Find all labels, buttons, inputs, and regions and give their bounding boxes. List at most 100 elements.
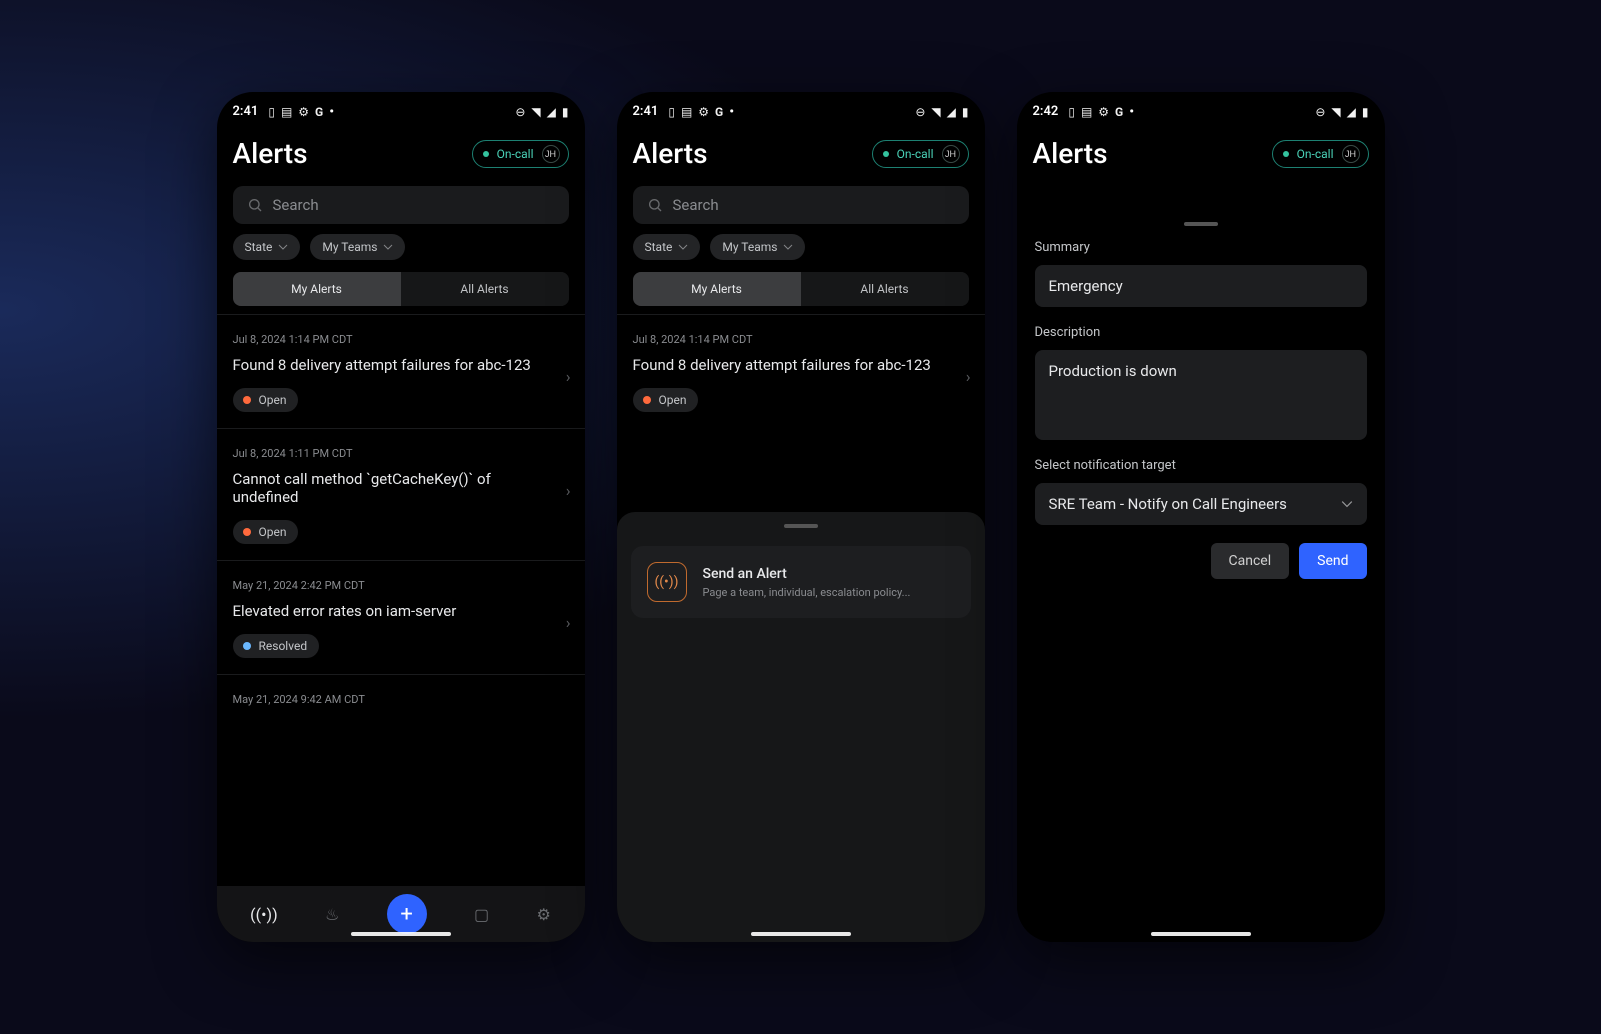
header: Alerts On-call JH [217, 125, 585, 178]
page-title: Alerts [633, 137, 708, 170]
status-badge: Resolved [233, 634, 320, 658]
alert-title: Cannot call method `getCacheKey()` of un… [233, 470, 569, 506]
oncall-badge[interactable]: On-call JH [472, 140, 569, 168]
chevron-down-icon [278, 242, 288, 252]
search-icon [247, 197, 263, 213]
oncall-label: On-call [897, 147, 934, 161]
status-bar: 2:41 ▯ ▤ ⚙ G • ⊖ ◥ ◢ ▮ [617, 92, 985, 125]
chevron-right-icon: › [966, 367, 971, 386]
nav-settings-icon[interactable]: ⚙ [536, 905, 550, 924]
alert-item[interactable]: May 21, 2024 9:42 AM CDT [217, 674, 585, 706]
action-sheet[interactable]: ((•)) Send an Alert Page a team, individ… [617, 512, 985, 942]
header: Alerts On-call JH [1017, 125, 1385, 178]
more-icon: • [729, 105, 734, 119]
nav-fire-icon[interactable]: ♨ [325, 905, 339, 924]
status-label: Open [259, 393, 287, 407]
oncall-badge[interactable]: On-call JH [872, 140, 969, 168]
status-label: Resolved [259, 639, 308, 653]
fab-add[interactable]: + [387, 894, 427, 934]
alert-time: May 21, 2024 9:42 AM CDT [233, 693, 569, 706]
home-indicator[interactable] [1151, 932, 1251, 936]
oncall-status-dot [1283, 151, 1289, 157]
target-select[interactable]: SRE Team - Notify on Call Engineers [1035, 483, 1367, 525]
oncall-status-dot [483, 151, 489, 157]
sheet-handle[interactable] [1184, 222, 1218, 226]
sim-icon: ▤ [281, 105, 292, 119]
search-input[interactable] [633, 186, 969, 224]
signal-icon: ◢ [1347, 105, 1356, 119]
card-icon: ▯ [1068, 105, 1075, 119]
header: Alerts On-call JH [617, 125, 985, 178]
status-bar: 2:41 ▯ ▤ ⚙ G • ⊖ ◥ ◢ ▮ [217, 92, 585, 125]
sheet-title: Send an Alert [703, 566, 911, 582]
status-label: Open [659, 393, 687, 407]
send-button[interactable]: Send [1299, 543, 1366, 579]
status-badge: Open [633, 388, 699, 412]
alert-time: Jul 8, 2024 1:14 PM CDT [633, 333, 969, 346]
signal-icon: ◢ [547, 105, 556, 119]
alert-item[interactable]: Jul 8, 2024 1:14 PM CDT Found 8 delivery… [217, 314, 585, 428]
alert-time: Jul 8, 2024 1:11 PM CDT [233, 447, 569, 460]
chevron-down-icon [678, 242, 688, 252]
chip-label: My Teams [722, 240, 777, 254]
alert-title: Found 8 delivery attempt failures for ab… [233, 356, 569, 374]
target-label: Select notification target [1035, 458, 1367, 473]
more-icon: • [1129, 105, 1134, 119]
status-bar: 2:42 ▯ ▤ ⚙ G • ⊖ ◥ ◢ ▮ [1017, 92, 1385, 125]
alert-list[interactable]: Jul 8, 2024 1:14 PM CDT Found 8 delivery… [217, 314, 585, 886]
battery-icon: ▮ [562, 105, 569, 119]
clock-label: 2:41 [633, 104, 659, 119]
search-input[interactable] [233, 186, 569, 224]
new-alert-form: Summary Emergency Description Production… [1017, 230, 1385, 942]
sheet-subtitle: Page a team, individual, escalation poli… [703, 586, 911, 599]
chevron-right-icon: › [566, 481, 571, 500]
bulb-icon: ⚙ [298, 105, 309, 119]
sim-icon: ▤ [1081, 105, 1092, 119]
chip-label: My Teams [322, 240, 377, 254]
alert-item[interactable]: Jul 8, 2024 1:14 PM CDT Found 8 delivery… [617, 314, 985, 428]
card-icon: ▯ [268, 105, 275, 119]
tab-all-alerts[interactable]: All Alerts [801, 272, 969, 306]
dnd-icon: ⊖ [915, 105, 925, 119]
wifi-icon: ◥ [531, 105, 540, 119]
avatar: JH [942, 145, 960, 163]
broadcast-icon: ((•)) [647, 562, 687, 602]
search-field[interactable] [673, 196, 955, 214]
dnd-icon: ⊖ [515, 105, 525, 119]
bulb-icon: ⚙ [698, 105, 709, 119]
tab-my-alerts[interactable]: My Alerts [233, 272, 401, 306]
summary-input[interactable]: Emergency [1035, 265, 1367, 307]
chevron-down-icon [1341, 498, 1353, 510]
brand-icon: G [315, 105, 323, 119]
home-indicator[interactable] [351, 932, 451, 936]
battery-icon: ▮ [962, 105, 969, 119]
phone-screen-3: 2:42 ▯ ▤ ⚙ G • ⊖ ◥ ◢ ▮ Alerts On-call JH… [1017, 92, 1385, 942]
sheet-handle[interactable] [784, 524, 818, 528]
tab-all-alerts[interactable]: All Alerts [401, 272, 569, 306]
chevron-right-icon: › [566, 367, 571, 386]
oncall-badge[interactable]: On-call JH [1272, 140, 1369, 168]
alert-item[interactable]: Jul 8, 2024 1:11 PM CDT Cannot call meth… [217, 428, 585, 560]
cancel-button[interactable]: Cancel [1211, 543, 1290, 579]
description-input[interactable]: Production is down [1035, 350, 1367, 440]
filter-teams[interactable]: My Teams [310, 234, 405, 260]
oncall-label: On-call [497, 147, 534, 161]
chip-label: State [245, 240, 273, 254]
search-field[interactable] [273, 196, 555, 214]
home-indicator[interactable] [751, 932, 851, 936]
phone-screen-2: 2:41 ▯ ▤ ⚙ G • ⊖ ◥ ◢ ▮ Alerts On-call JH… [617, 92, 985, 942]
alert-item[interactable]: May 21, 2024 2:42 PM CDT Elevated error … [217, 560, 585, 674]
dnd-icon: ⊖ [1315, 105, 1325, 119]
bulb-icon: ⚙ [1098, 105, 1109, 119]
filter-state[interactable]: State [233, 234, 301, 260]
nav-alerts-icon[interactable]: ((•)) [250, 905, 278, 924]
summary-label: Summary [1035, 240, 1367, 255]
filter-state[interactable]: State [633, 234, 701, 260]
status-dot-icon [243, 396, 251, 404]
more-icon: • [329, 105, 334, 119]
tab-my-alerts[interactable]: My Alerts [633, 272, 801, 306]
filter-teams[interactable]: My Teams [710, 234, 805, 260]
send-alert-button[interactable]: ((•)) Send an Alert Page a team, individ… [631, 546, 971, 618]
avatar: JH [1342, 145, 1360, 163]
nav-calendar-icon[interactable]: ▢ [474, 905, 489, 924]
